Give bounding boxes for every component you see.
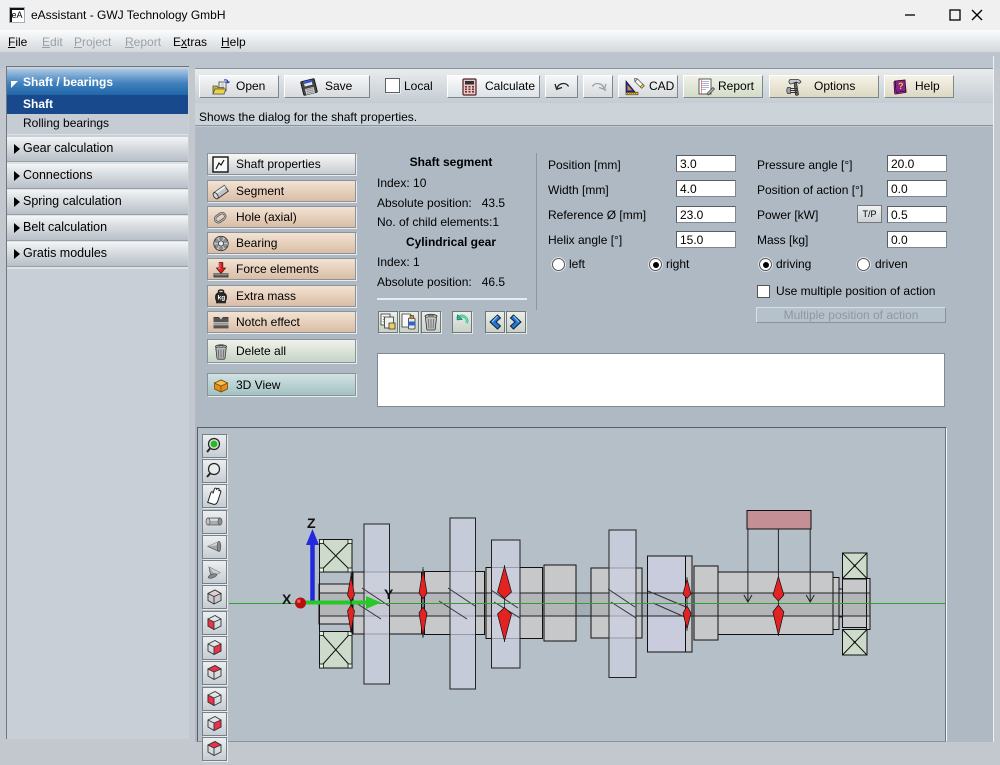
svg-text:X: X bbox=[282, 591, 292, 607]
svg-text:?: ? bbox=[898, 81, 904, 91]
svg-text:Y: Y bbox=[384, 586, 394, 602]
svg-text:Z: Z bbox=[307, 515, 316, 531]
svg-text:kg: kg bbox=[218, 295, 226, 302]
